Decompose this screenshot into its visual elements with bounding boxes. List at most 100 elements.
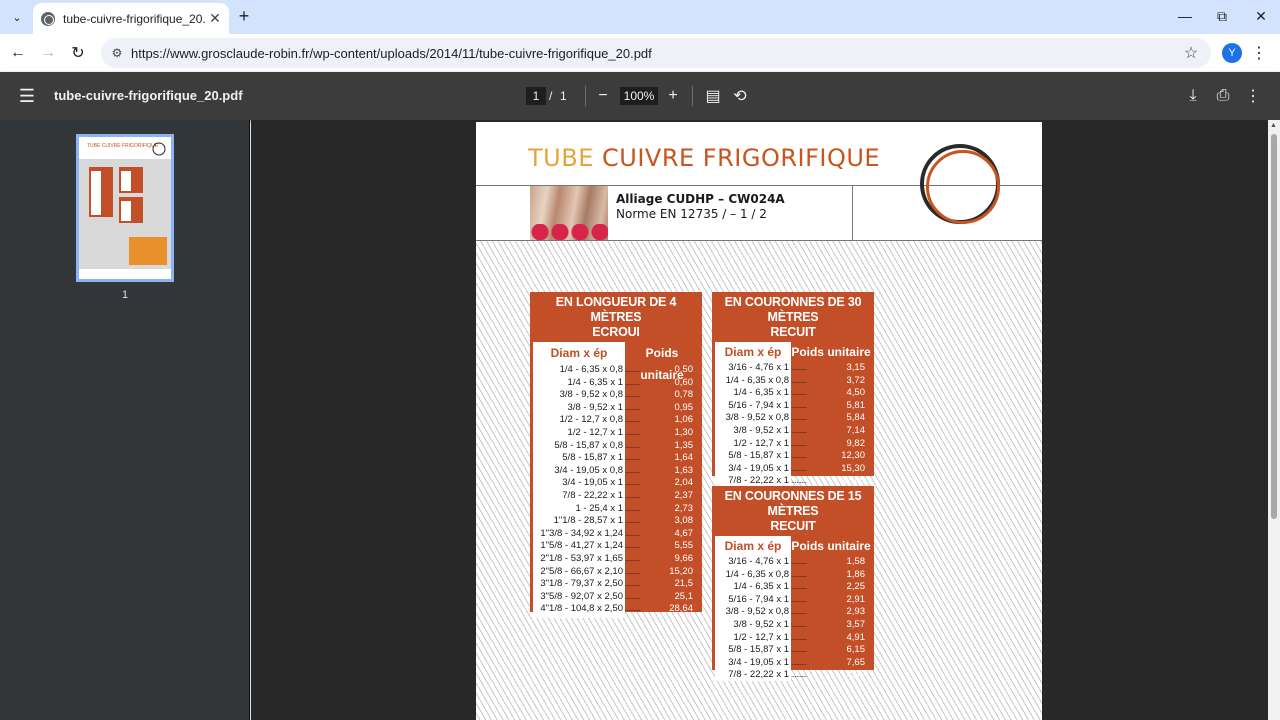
weight-cell: 2,37 bbox=[625, 490, 699, 503]
title-word-cuivre: CUIVRE FRIGORIFIQUE bbox=[602, 144, 881, 172]
rotate-icon[interactable]: ⟲ bbox=[729, 85, 751, 107]
diameter-cell: 3/16 - 4,76 x 1 bbox=[728, 556, 789, 567]
diameter-cell: 1"5/8 - 41,27 x 1,24 bbox=[540, 540, 623, 552]
toolbar-divider bbox=[692, 86, 693, 106]
diameter-column: Diam x ép 3/16 - 4,76 x 1 1/4 - 6,35 x 0,… bbox=[715, 342, 791, 487]
thumbnail-page-number: 1 bbox=[121, 289, 129, 301]
document-title: TUBE CUIVRE FRIGORIFIQUE bbox=[528, 144, 880, 172]
zoom-input[interactable]: 100% bbox=[620, 87, 658, 105]
back-icon[interactable]: ← bbox=[6, 41, 30, 65]
weight-cell: 3,72 bbox=[791, 375, 871, 388]
print-icon[interactable]: ⎙ bbox=[1212, 85, 1234, 107]
weight-cell: 0,60 bbox=[625, 377, 699, 390]
header-rule bbox=[476, 240, 1042, 241]
weight-cell: 0,95 bbox=[625, 402, 699, 415]
column-header: Diam x ép bbox=[724, 539, 782, 553]
weight-cell: 5,55 bbox=[625, 540, 699, 553]
diameter-cell: 1 - 25,4 x 1 bbox=[575, 502, 623, 514]
weight-cell: 7,14 bbox=[791, 425, 871, 438]
minimize-icon[interactable]: — bbox=[1170, 4, 1200, 28]
browser-menu-icon[interactable]: ⋮ bbox=[1251, 43, 1267, 63]
profile-avatar[interactable]: Y bbox=[1222, 43, 1242, 63]
weight-cell: 4,67 bbox=[625, 528, 699, 541]
weight-cell: 1,06 bbox=[625, 414, 699, 427]
diameter-cell: 7/8 - 22,22 x 1 bbox=[562, 489, 623, 501]
bookmark-star-icon[interactable]: ☆ bbox=[1181, 43, 1201, 63]
diameter-cell: 1/4 - 6,35 x 1 bbox=[733, 581, 789, 593]
close-tab-icon[interactable]: ✕ bbox=[205, 9, 225, 29]
alloy-spec: Alliage CUDHP – CW024A bbox=[616, 192, 785, 206]
tab-active[interactable]: tube-cuivre-frigorifique_20.pdf ✕ bbox=[33, 3, 229, 34]
panel-title-line: EN COURONNES DE 30 MÈTRES bbox=[724, 295, 862, 324]
page-number-input[interactable]: 1 bbox=[526, 87, 546, 105]
weight-cell: 0,50 bbox=[625, 364, 699, 377]
scroll-up-icon[interactable]: ▲ bbox=[1270, 122, 1277, 129]
tab-strip: ⌄ tube-cuivre-frigorifique_20.pdf ✕ + — … bbox=[0, 0, 1280, 34]
scrollbar-thumb[interactable] bbox=[1271, 134, 1277, 519]
diameter-cell: 3/8 - 9,52 x 0,8 bbox=[725, 412, 789, 424]
diameter-cell: 1/4 - 6,35 x 1 bbox=[733, 387, 789, 399]
diameter-cell: 3/8 - 9,52 x 0,8 bbox=[725, 606, 789, 618]
close-window-icon[interactable]: ✕ bbox=[1246, 4, 1276, 28]
address-bar[interactable]: ⚙ https://www.grosclaude-robin.fr/wp-con… bbox=[101, 38, 1211, 68]
column-header: Poids unitaire bbox=[791, 539, 871, 553]
weight-cell: 6,15 bbox=[791, 644, 871, 657]
diameter-cell: 5/8 - 15,87 x 0,8 bbox=[554, 439, 623, 451]
diameter-cell: 1/2 - 12,7 x 1 bbox=[567, 426, 623, 438]
thumbnail-preview: TUBE CUIVRE FRIGORIFIQUE bbox=[79, 137, 171, 279]
weight-cell: 9,66 bbox=[625, 553, 699, 566]
panel-title-line: ECROUI bbox=[592, 325, 640, 339]
diameter-cell: 3/8 - 9,52 x 0,8 bbox=[559, 389, 623, 401]
sidebar-menu-icon[interactable]: ☰ bbox=[16, 85, 38, 107]
panel-title-line: RECUIT bbox=[770, 325, 816, 339]
table-panel-15m: EN COURONNES DE 15 MÈTRES RECUIT Diam x … bbox=[712, 486, 874, 682]
reload-icon[interactable]: ↻ bbox=[66, 41, 90, 65]
weight-cell: 2,25 bbox=[791, 581, 871, 594]
weight-cell: 2,04 bbox=[625, 477, 699, 490]
diameter-cell: 1/4 - 6,35 x 0,8 bbox=[725, 374, 789, 386]
pdf-viewport[interactable]: TUBE CUIVRE FRIGORIFIQUE Alliage CUDHP –… bbox=[251, 120, 1280, 720]
viewer-scrollbar[interactable]: ▲ bbox=[1268, 120, 1280, 720]
weight-cell: 1,63 bbox=[625, 465, 699, 478]
diameter-cell: 3/4 - 19,05 x 0,8 bbox=[554, 464, 623, 476]
weight-cell: 5,81 bbox=[791, 400, 871, 413]
restore-icon[interactable]: ⧉ bbox=[1207, 4, 1237, 28]
page-thumbnail[interactable]: TUBE CUIVRE FRIGORIFIQUE bbox=[76, 134, 174, 282]
column-header: Poids unitaire bbox=[640, 346, 684, 382]
diameter-cell: 1"1/8 - 28,57 x 1 bbox=[553, 515, 623, 527]
site-info-icon[interactable]: ⚙ bbox=[107, 43, 127, 63]
weight-column: Poids unitaire 3,153,724,505,815,847,149… bbox=[791, 342, 871, 488]
weight-rows: 3,153,724,505,815,847,149,8212,3015,3017… bbox=[791, 362, 871, 488]
weight-column: Poids unitaire 0,500,600,780,951,061,301… bbox=[625, 342, 699, 618]
weight-cell: 1,86 bbox=[791, 569, 871, 582]
diameter-cell: 1/4 - 6,35 x 0,8 bbox=[559, 364, 623, 375]
new-tab-icon[interactable]: + bbox=[234, 6, 254, 26]
diameter-cell: 5/8 - 15,87 x 1 bbox=[728, 644, 789, 656]
fit-page-icon[interactable]: ▤ bbox=[702, 85, 724, 107]
zoom-out-icon[interactable]: − bbox=[592, 85, 614, 107]
pdf-file-name: tube-cuivre-frigorifique_20.pdf bbox=[54, 88, 243, 103]
weight-rows: 1,581,862,252,912,933,574,916,157,658,90 bbox=[791, 556, 871, 682]
header-divider bbox=[852, 185, 853, 240]
zoom-in-icon[interactable]: + bbox=[662, 85, 684, 107]
diameter-cell: 3/4 - 19,05 x 1 bbox=[562, 477, 623, 489]
forward-icon[interactable]: → bbox=[36, 41, 60, 65]
tab-search-chevron-icon[interactable]: ⌄ bbox=[6, 6, 28, 28]
weight-cell: 25,1 bbox=[625, 591, 699, 604]
diameter-cell: 3/8 - 9,52 x 1 bbox=[733, 424, 789, 436]
column-header: Diam x ép bbox=[550, 346, 608, 360]
weight-cell: 12,30 bbox=[791, 450, 871, 463]
weight-cell: 2,73 bbox=[625, 503, 699, 516]
url-text[interactable]: https://www.grosclaude-robin.fr/wp-conte… bbox=[131, 46, 1181, 61]
more-actions-icon[interactable]: ⋮ bbox=[1242, 85, 1264, 107]
weight-cell: 4,50 bbox=[791, 387, 871, 400]
diameter-cell: 3/4 - 19,05 x 1 bbox=[728, 656, 789, 668]
diameter-cell: 1/4 - 6,35 x 1 bbox=[567, 376, 623, 388]
diameter-cell: 1/4 - 6,35 x 0,8 bbox=[725, 568, 789, 580]
weight-cell: 9,82 bbox=[791, 438, 871, 451]
diameter-cell: 1/2 - 12,7 x 1 bbox=[733, 631, 789, 643]
weight-cell: 3,08 bbox=[625, 515, 699, 528]
pipe-cross-section-logo bbox=[920, 144, 1000, 224]
download-icon[interactable]: ⤓ bbox=[1182, 85, 1204, 107]
weight-column: Poids unitaire 1,581,862,252,912,933,574… bbox=[791, 536, 871, 682]
